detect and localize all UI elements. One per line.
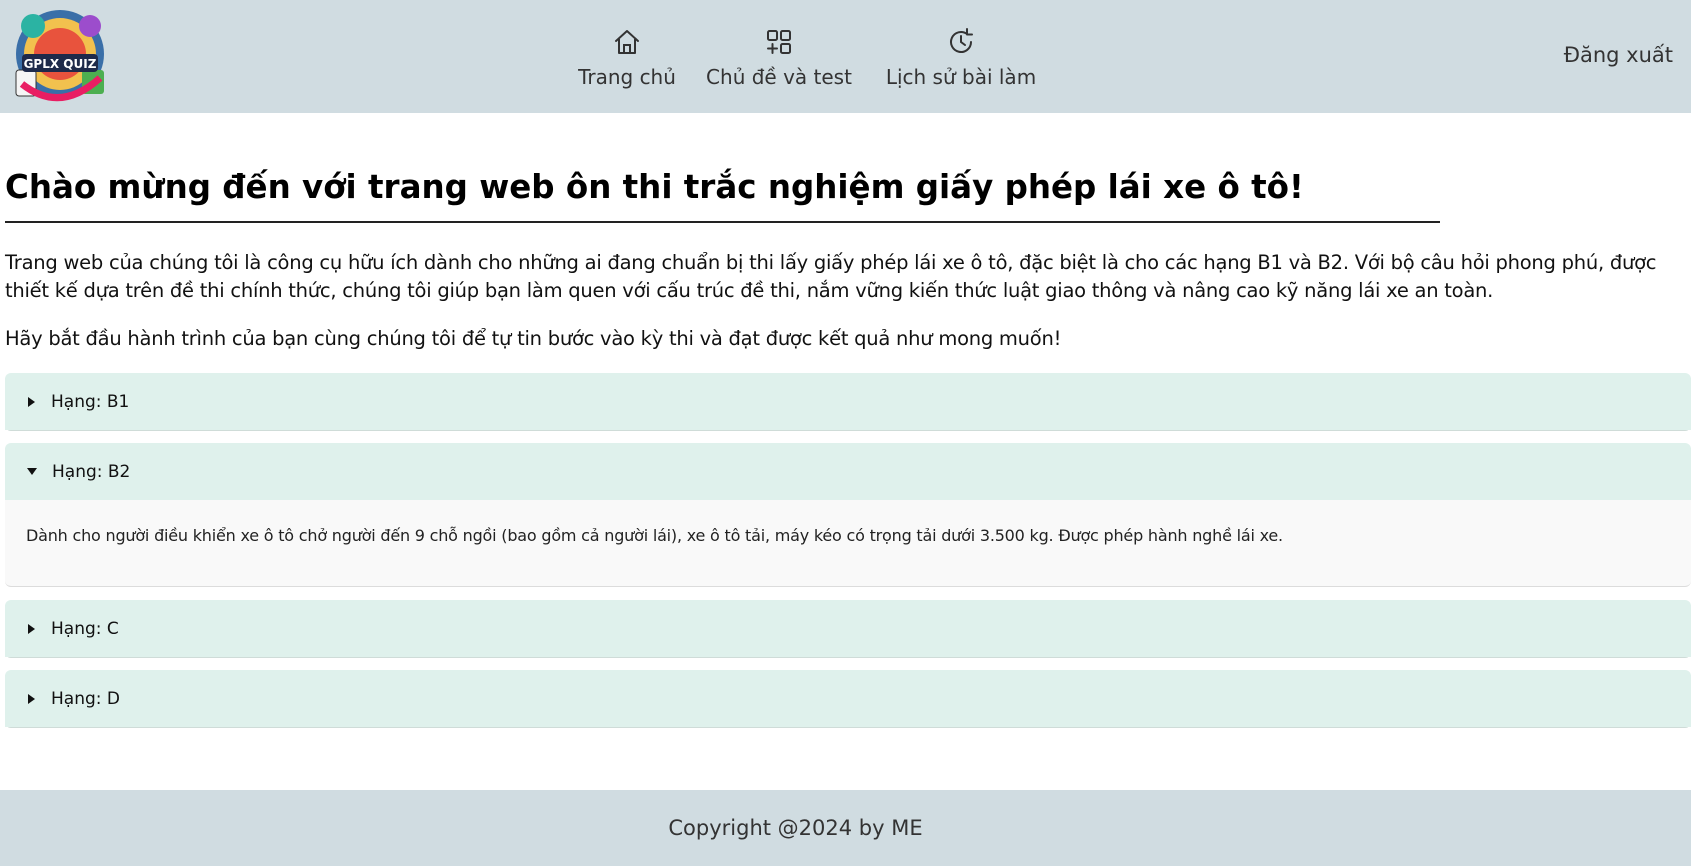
- accordion-label: Hạng: B1: [51, 391, 130, 412]
- accordion-item-b1: Hạng: B1: [5, 373, 1691, 431]
- page-title: Chào mừng đến với trang web ôn thi trắc …: [5, 168, 1304, 206]
- title-divider: [5, 221, 1440, 223]
- accordion-header-c[interactable]: Hạng: C: [5, 600, 1691, 657]
- history-icon: [950, 28, 973, 53]
- accordion-label: Hạng: C: [51, 618, 119, 639]
- accordion-item-d: Hạng: D: [5, 670, 1691, 728]
- top-navbar: GPLX QUIZ Trang chủ Chủ đề và test Lịch …: [0, 0, 1691, 113]
- caret-right-icon: [28, 623, 35, 634]
- nav-history-label: Lịch sử bài làm: [885, 65, 1037, 89]
- caret-right-icon: [28, 693, 35, 704]
- intro-paragraph: Trang web của chúng tôi là công cụ hữu í…: [5, 251, 1657, 302]
- nav-topics-tests-label: Chủ đề và test: [706, 65, 852, 89]
- accordion-label: Hạng: B2: [52, 461, 131, 482]
- nav-home-label: Trang chủ: [578, 65, 676, 89]
- home-icon: [615, 30, 639, 54]
- logout-link[interactable]: Đăng xuất: [1564, 43, 1673, 67]
- site-logo[interactable]: GPLX QUIZ: [8, 4, 112, 108]
- accordion-header-b2[interactable]: Hạng: B2: [5, 443, 1691, 500]
- nav-topics-tests[interactable]: Chủ đề và test: [701, 0, 857, 113]
- accordion-header-b1[interactable]: Hạng: B1: [5, 373, 1691, 430]
- nav-history[interactable]: Lịch sử bài làm: [876, 0, 1046, 113]
- caret-down-icon: [27, 468, 37, 475]
- nav-home[interactable]: Trang chủ: [572, 0, 682, 113]
- accordion-item-b2: Hạng: B2 Dành cho người điều khiển xe ô …: [5, 443, 1691, 587]
- footer: Copyright @2024 by ME: [0, 790, 1691, 866]
- copyright-text: Copyright @2024 by ME: [668, 816, 923, 840]
- accordion-header-d[interactable]: Hạng: D: [5, 670, 1691, 727]
- accordion-item-c: Hạng: C: [5, 600, 1691, 658]
- accordion-label: Hạng: D: [51, 688, 120, 709]
- accordion-content-b2: Dành cho người điều khiển xe ô tô chở ng…: [5, 500, 1691, 587]
- intro-cta-paragraph: Hãy bắt đầu hành trình của bạn cùng chún…: [5, 327, 1062, 350]
- grid-add-icon: [767, 30, 791, 54]
- caret-right-icon: [28, 396, 35, 407]
- logo-text: GPLX QUIZ: [24, 57, 97, 71]
